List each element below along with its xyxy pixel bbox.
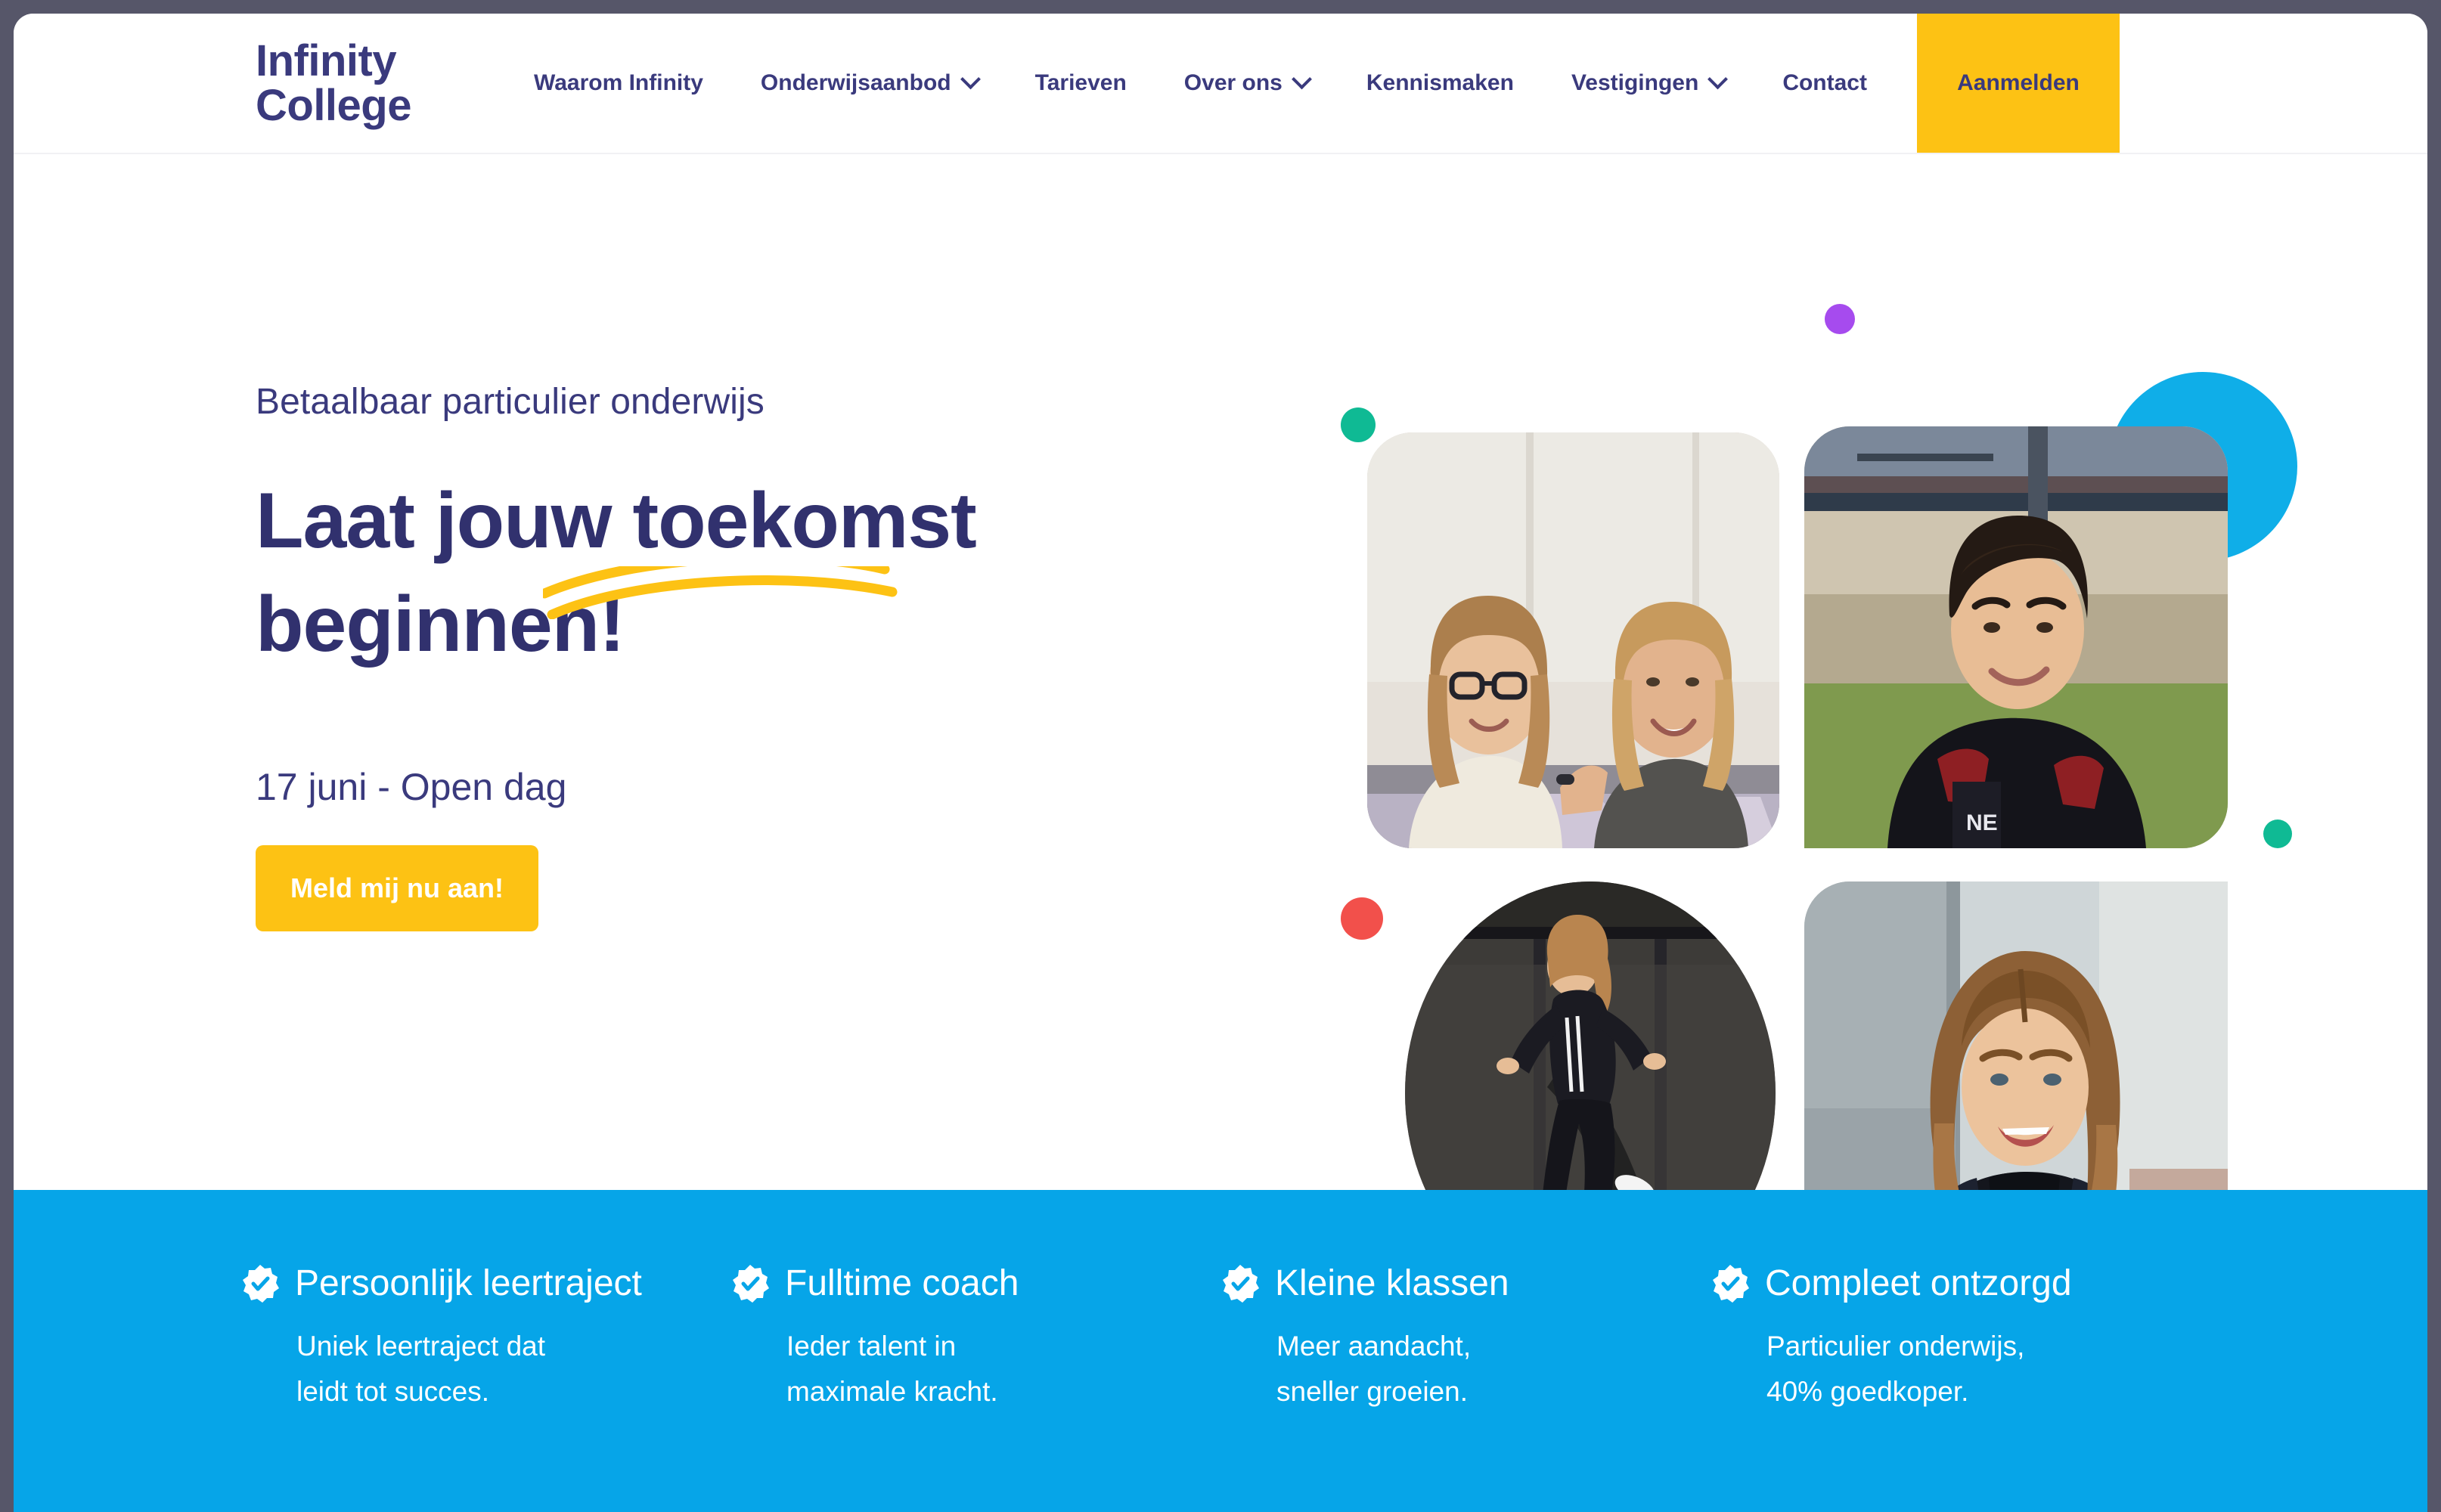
feature-title: Compleet ontzorgd: [1765, 1263, 2072, 1303]
svg-text:NE: NE: [1966, 810, 1998, 835]
chevron-down-icon: [960, 68, 981, 89]
feature-title: Kleine klassen: [1275, 1263, 1509, 1303]
verified-seal-check-icon: [1223, 1264, 1259, 1303]
hero-signup-button[interactable]: Meld mij nu aan!: [256, 844, 539, 931]
collage-photo-girl-jumping: [1405, 881, 1776, 1191]
nav-aanmelden-label: Aanmelden: [1957, 70, 2080, 95]
feature-persoonlijk-leertraject: Persoonlijk leertraject Uniek leertrajec…: [240, 1263, 730, 1414]
nav-label: Tarieven: [1034, 70, 1127, 95]
features-bar: Persoonlijk leertraject Uniek leertrajec…: [14, 1190, 2427, 1512]
nav-label: Kennismaken: [1366, 70, 1514, 95]
hero-eyebrow: Betaalbaar particulier onderwijs: [256, 382, 765, 422]
nav-label: Vestigingen: [1571, 70, 1699, 95]
chevron-down-icon: [1707, 68, 1729, 89]
nav-item-onderwijsaanbod[interactable]: Onderwijsaanbod: [732, 14, 1006, 153]
collage-photo-boy-outdoors: NE: [1804, 426, 2228, 848]
nav-item-waarom-infinity[interactable]: Waarom Infinity: [505, 14, 732, 153]
hero-headline-line-1: Laat jouw toekomst: [256, 477, 977, 565]
nav-aanmelden-button[interactable]: Aanmelden: [1916, 14, 2120, 153]
collage-photo-girl-leather-jacket: [1804, 881, 2228, 1191]
chevron-down-icon: [1291, 68, 1312, 89]
feature-kleine-klassen: Kleine klassen Meer aandacht, sneller gr…: [1220, 1263, 1711, 1414]
main-navigation: Waarom Infinity Onderwijsaanbod Tarieven…: [482, 14, 2427, 153]
feature-compleet-ontzorgd: Compleet ontzorgd Particulier onderwijs,…: [1711, 1263, 2201, 1414]
nav-label: Contact: [1782, 70, 1867, 95]
verified-seal-check-icon: [733, 1264, 769, 1303]
feature-body: Ieder talent in maximale kracht.: [786, 1331, 998, 1407]
nav-item-tarieven[interactable]: Tarieven: [1006, 14, 1155, 153]
hero-headline: Laat jouw toekomst beginnen!: [256, 469, 1087, 677]
feature-fulltime-coach: Fulltime coach Ieder talent in maximale …: [730, 1263, 1220, 1414]
site-header: Infinity College Waarom Infinity Onderwi…: [14, 14, 2427, 154]
nav-item-vestigingen[interactable]: Vestigingen: [1543, 14, 1754, 153]
hero-headline-line-2: beginnen!: [256, 581, 625, 669]
page-viewport: Infinity College Waarom Infinity Onderwi…: [14, 14, 2427, 1512]
verified-seal-check-icon: [243, 1264, 279, 1303]
verified-seal-check-icon: [1713, 1264, 1749, 1303]
feature-title: Fulltime coach: [785, 1263, 1019, 1303]
teal-dot-decoration: [2263, 820, 2292, 848]
feature-body: Particulier onderwijs, 40% goedkoper.: [1766, 1331, 2025, 1407]
nav-label: Waarom Infinity: [534, 70, 703, 95]
red-dot-decoration: [1341, 897, 1383, 940]
hero-section: Betaalbaar particulier onderwijs Laat jo…: [14, 154, 2427, 1191]
feature-title: Persoonlijk leertraject: [295, 1263, 642, 1303]
nav-label: Over ons: [1183, 70, 1283, 95]
feature-body: Meer aandacht, sneller groeien.: [1276, 1331, 1472, 1407]
browser-frame: Infinity College Waarom Infinity Onderwi…: [0, 0, 2441, 1512]
nav-item-contact[interactable]: Contact: [1754, 14, 1896, 153]
feature-body: Uniek leertraject dat leidt tot succes.: [296, 1331, 546, 1407]
collage-photo-two-girls-studying: [1367, 432, 1779, 848]
teal-dot-decoration: [1341, 407, 1376, 442]
purple-dot-decoration: [1825, 304, 1855, 334]
nav-item-kennismaken[interactable]: Kennismaken: [1338, 14, 1543, 153]
nav-label: Onderwijsaanbod: [760, 70, 951, 95]
logo-infinity-college[interactable]: Infinity College: [256, 14, 482, 153]
hero-open-day-date: 17 juni - Open dag: [256, 765, 567, 808]
hero-photo-collage: NE: [1341, 304, 2297, 1191]
logo-line-1: Infinity: [256, 36, 397, 85]
hero-copy-block: Betaalbaar particulier onderwijs Laat jo…: [256, 381, 1087, 931]
logo-line-2: College: [256, 81, 412, 130]
nav-item-over-ons[interactable]: Over ons: [1155, 14, 1338, 153]
